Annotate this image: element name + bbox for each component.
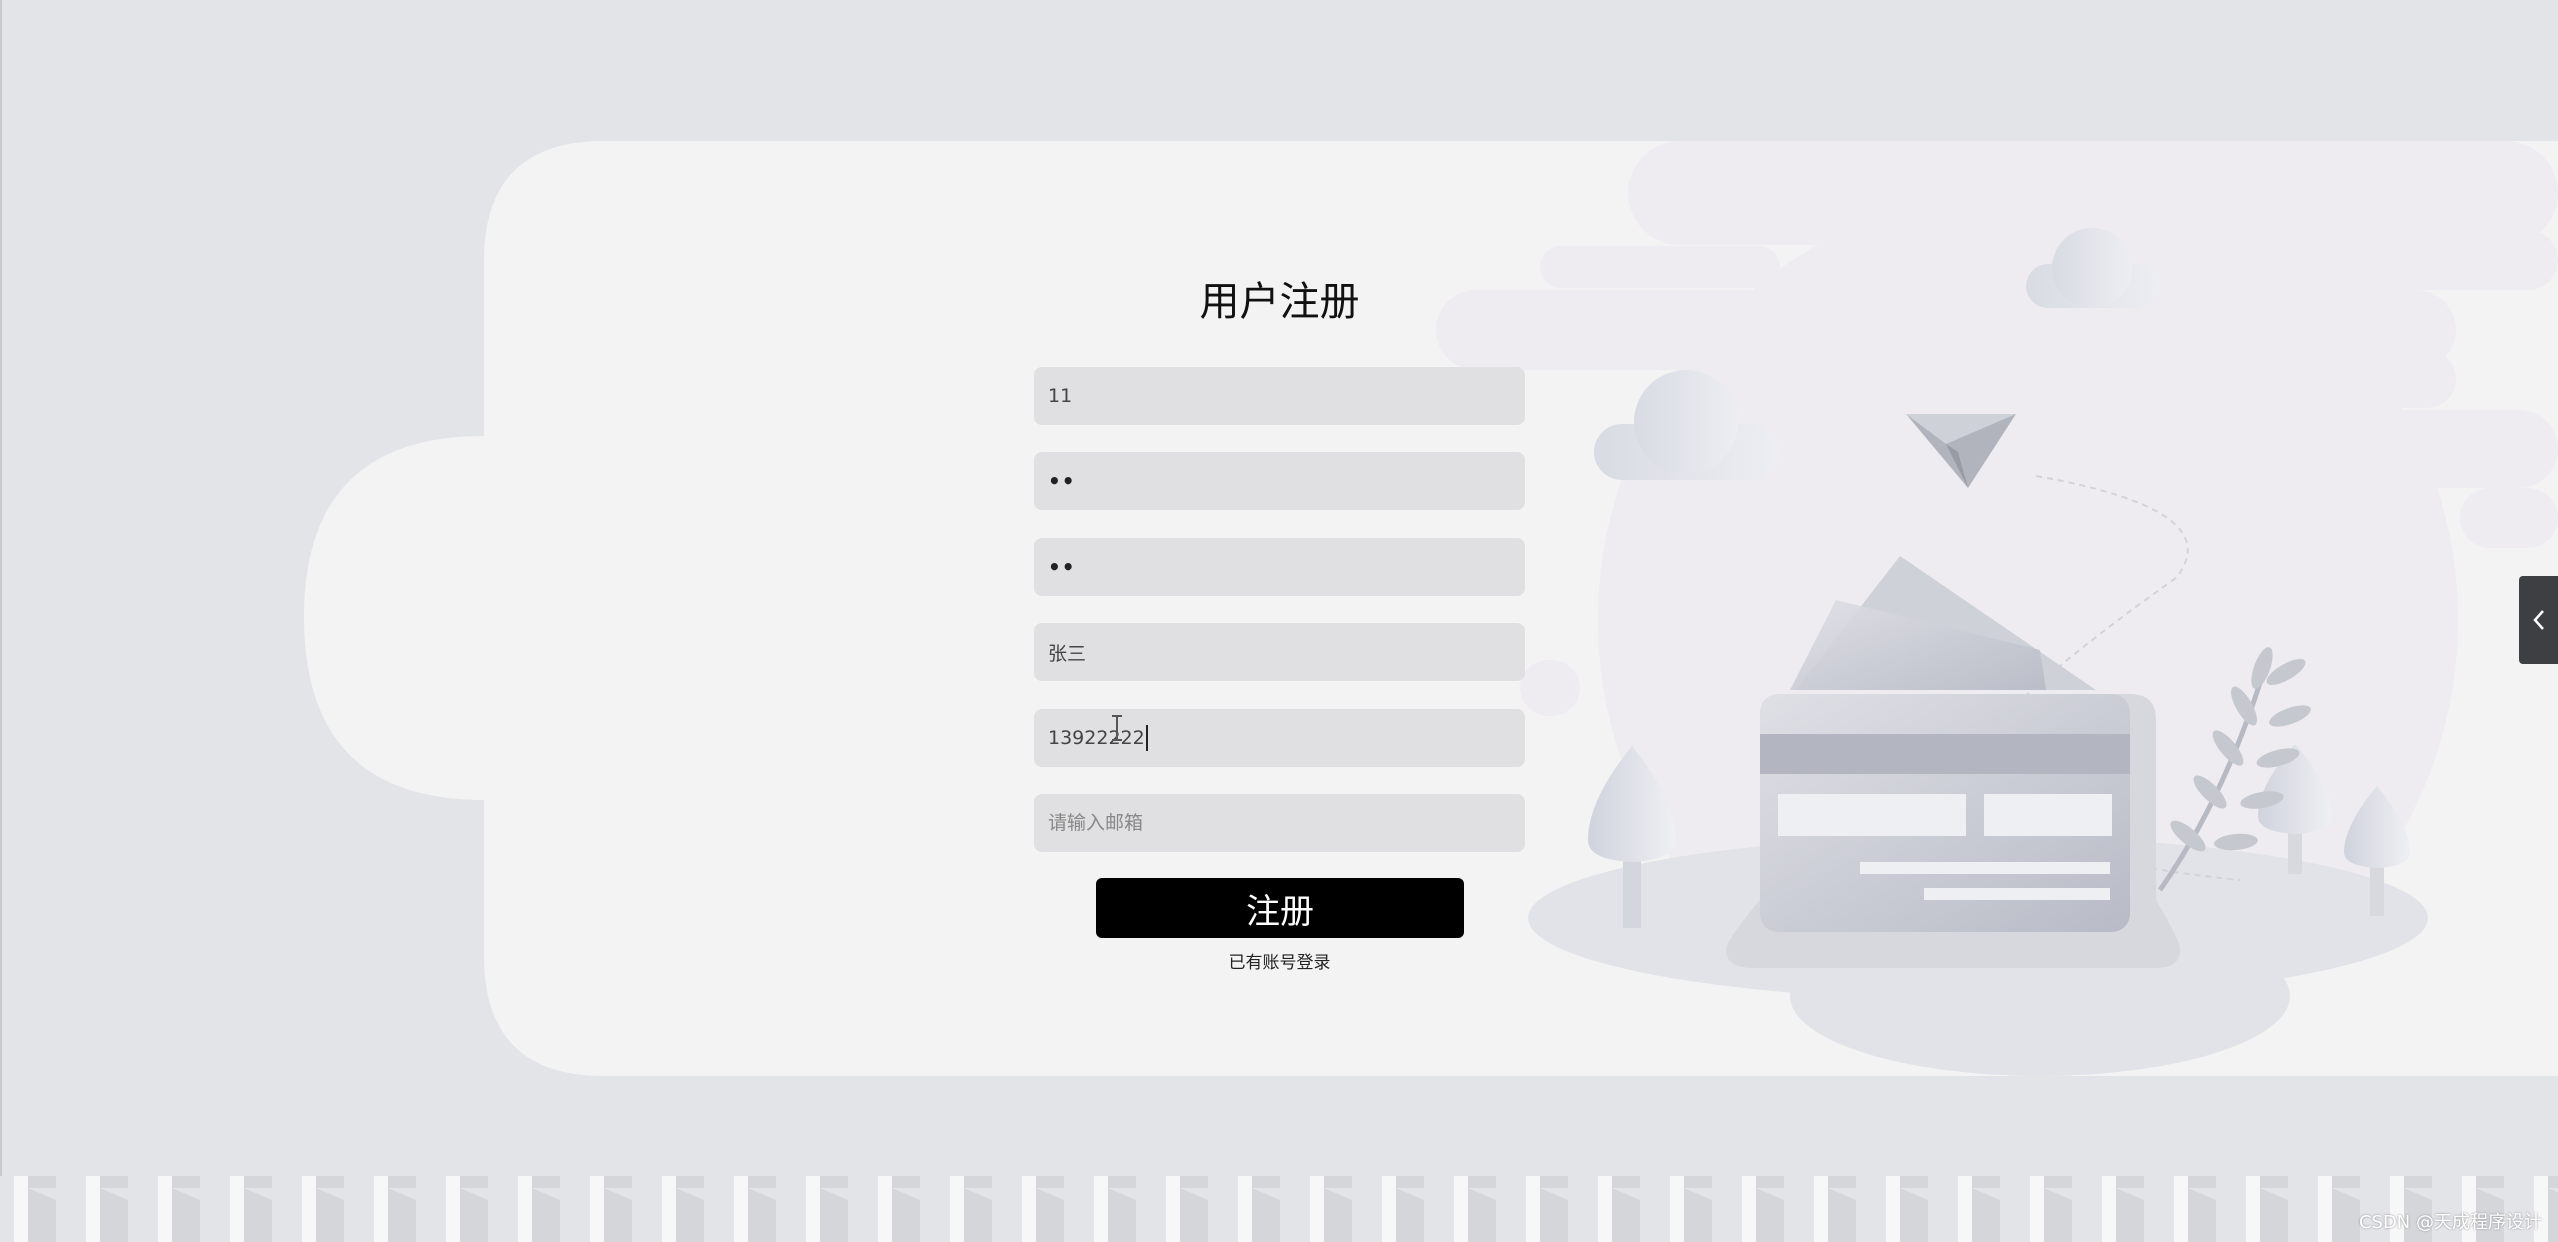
register-button[interactable]: 注册 [1096,878,1464,938]
username-field[interactable]: 11 [1034,367,1525,425]
ibeam-cursor-icon [1112,715,1122,741]
side-panel-toggle[interactable] [2519,576,2558,664]
phone-value: 13922222 [1048,727,1145,749]
name-field[interactable]: 张三 [1034,623,1525,681]
password-field[interactable]: •• [1034,452,1525,510]
login-link[interactable]: 已有账号登录 [1034,948,1525,973]
username-value: 11 [1048,385,1073,407]
chevron-left-icon [2532,610,2544,630]
email-field[interactable] [1034,794,1525,852]
confirm-password-value: •• [1048,555,1076,579]
name-value: 张三 [1048,642,1087,665]
watermark: CSDN @天成程序设计 [2358,1212,2542,1233]
text-caret [1145,725,1148,751]
page-title: 用户注册 [1199,279,1360,325]
phone-field[interactable]: 13922222 [1034,709,1525,767]
confirm-password-field[interactable]: •• [1034,538,1525,596]
password-value: •• [1048,469,1076,493]
background-illustration [0,141,2558,1242]
